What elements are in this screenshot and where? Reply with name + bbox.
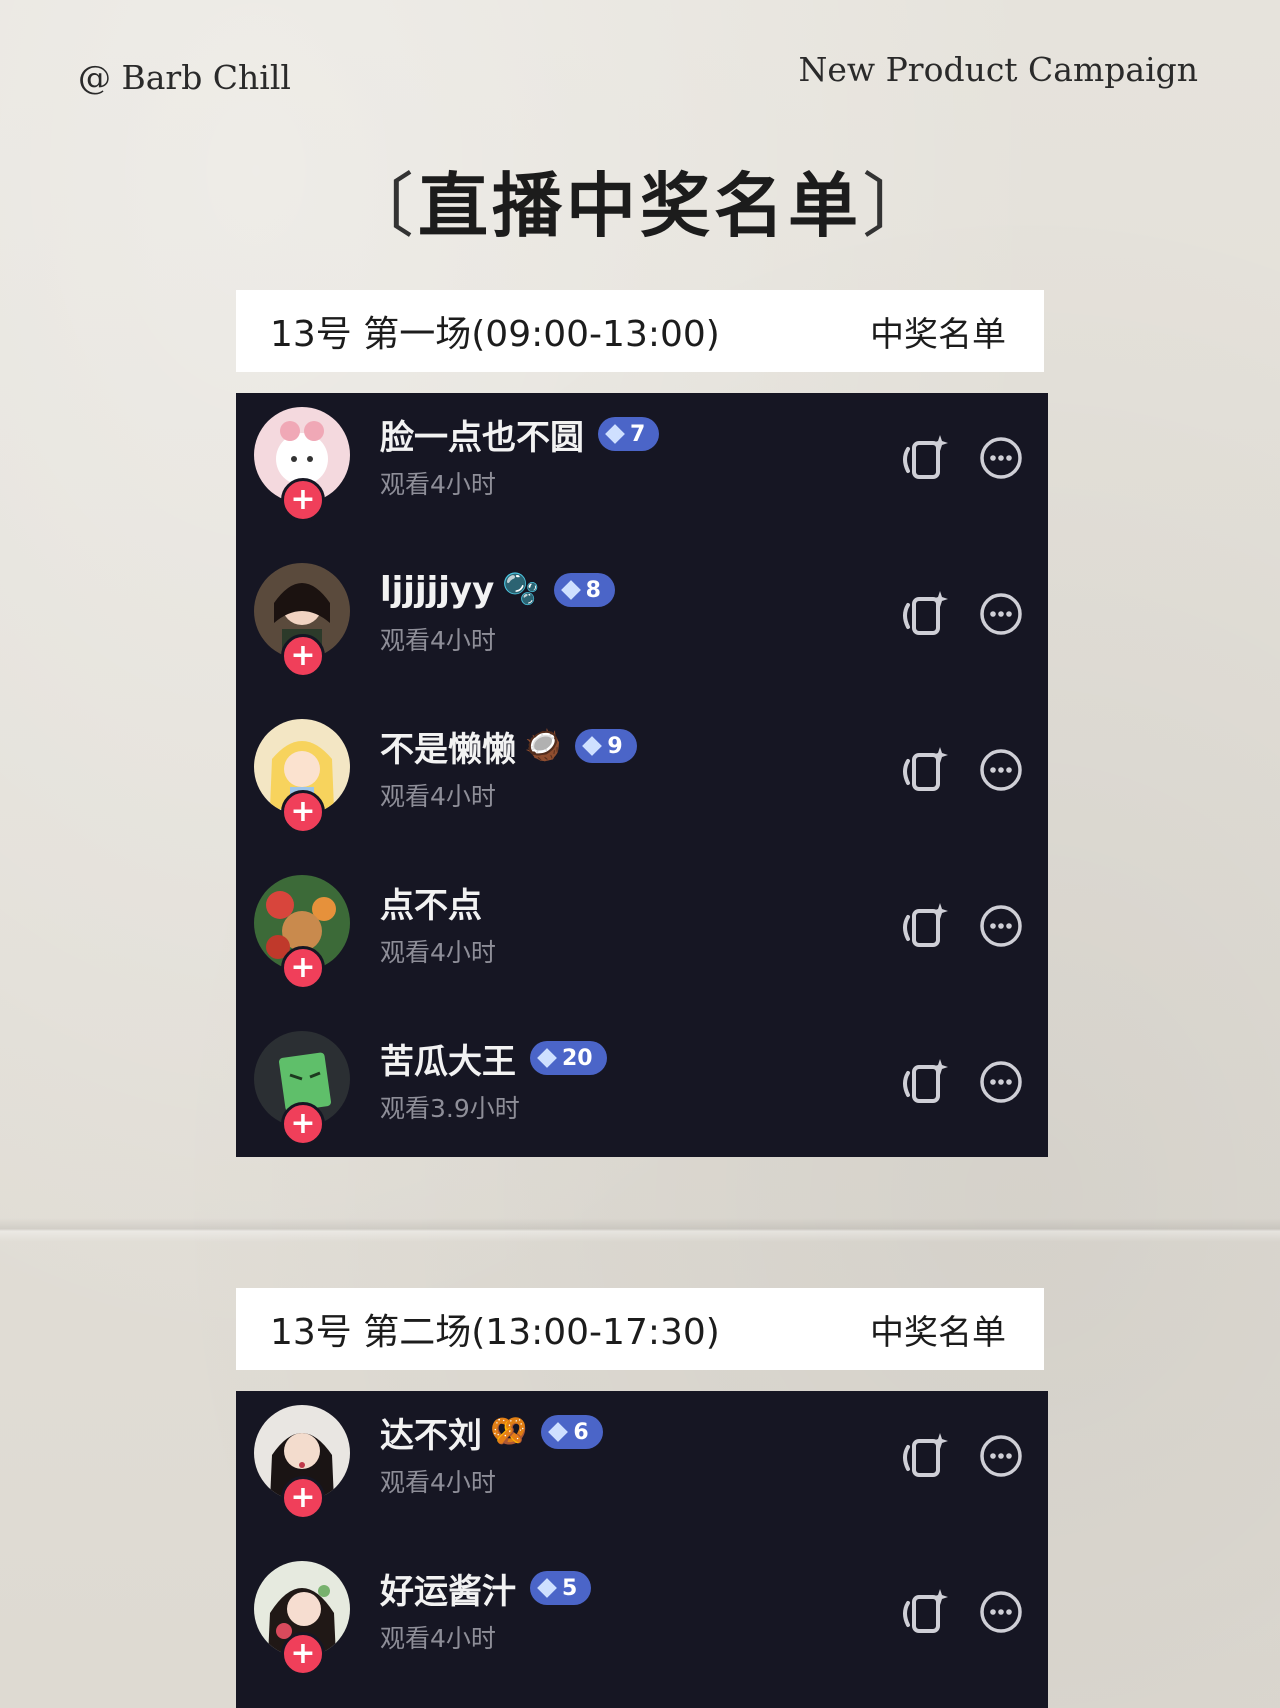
share-sparkle-icon[interactable]: [894, 899, 950, 955]
diamond-icon: [537, 1048, 557, 1068]
title-bracket-right: 〕: [862, 165, 936, 247]
winner-list-panel-1: + 脸一点也不圆 7 观看4小时 + ljjjjjyy 🫧 8 观看4小时 + …: [236, 393, 1048, 1157]
level-number: 8: [585, 577, 601, 603]
plus-icon: +: [290, 1106, 316, 1141]
winner-list-panel-2: + 达不刘 🥨 6 观看4小时 + 好运酱汁 5 观看4小时: [236, 1391, 1048, 1708]
diamond-icon: [605, 424, 625, 444]
level-badge: 7: [598, 417, 660, 451]
user-name: 脸一点也不圆: [380, 417, 584, 458]
campaign-label: New Product Campaign: [798, 50, 1198, 89]
watch-time: 观看4小时: [380, 938, 496, 967]
user-name: 不是懒懒: [380, 729, 516, 770]
message-bubble-icon[interactable]: [978, 435, 1024, 481]
name-emoji: 🥥: [524, 728, 562, 763]
diamond-icon: [582, 736, 603, 756]
message-bubble-icon[interactable]: [978, 747, 1024, 793]
follow-button[interactable]: +: [281, 790, 325, 834]
user-name: ljjjjjyy: [380, 570, 495, 610]
winner-row: + ljjjjjyy 🫧 8 观看4小时: [236, 549, 1048, 705]
user-name: 苦瓜大王: [380, 1041, 516, 1082]
page-title: 〔直播中奖名单〕: [0, 150, 1280, 251]
share-sparkle-icon[interactable]: [894, 1585, 950, 1641]
level-number: 5: [562, 1575, 578, 1601]
winners-label: 中奖名单: [870, 1312, 1006, 1353]
plus-icon: +: [290, 950, 316, 985]
name-line: 不是懒懒 🥥 9: [380, 721, 637, 771]
message-bubble-icon[interactable]: [978, 1059, 1024, 1105]
share-sparkle-icon[interactable]: [894, 743, 950, 799]
follow-button[interactable]: +: [281, 1476, 325, 1520]
message-bubble-icon[interactable]: [978, 1433, 1024, 1479]
follow-button[interactable]: +: [281, 1102, 325, 1146]
watch-time: 观看4小时: [380, 626, 496, 655]
follow-button[interactable]: +: [281, 946, 325, 990]
diamond-icon: [560, 580, 581, 600]
level-badge: 20: [530, 1041, 607, 1075]
watch-time: 观看4小时: [380, 1468, 496, 1497]
message-bubble-icon[interactable]: [978, 591, 1024, 637]
plus-icon: +: [290, 638, 316, 673]
session-header-2: 13号 第二场(13:00-17:30) 中奖名单: [236, 1288, 1044, 1370]
winner-row: + 不是懒懒 🥥 9 观看4小时: [236, 705, 1048, 861]
follow-button[interactable]: +: [281, 478, 325, 522]
watch-time: 观看4小时: [380, 470, 496, 499]
winner-row: + 苦瓜大王 20 观看3.9小时: [236, 1017, 1048, 1157]
message-bubble-icon[interactable]: [978, 903, 1024, 949]
session-label: 13号 第二场(13:00-17:30): [270, 1312, 720, 1353]
message-bubble-icon[interactable]: [978, 1589, 1024, 1635]
share-sparkle-icon[interactable]: [894, 1055, 950, 1111]
share-sparkle-icon[interactable]: [894, 431, 950, 487]
name-emoji: 🥨: [490, 1414, 528, 1449]
session-label: 13号 第一场(09:00-13:00): [270, 314, 720, 355]
winner-row: + 达不刘 🥨 6 观看4小时: [236, 1391, 1048, 1547]
name-line: 点不点: [380, 877, 482, 927]
winner-row: + 点不点 观看4小时: [236, 861, 1048, 1017]
plus-icon: +: [290, 794, 316, 829]
plus-icon: +: [290, 482, 316, 517]
level-number: 20: [562, 1045, 593, 1071]
level-badge: 8: [553, 573, 615, 607]
follow-button[interactable]: +: [281, 1632, 325, 1676]
name-emoji: 🫧: [502, 572, 540, 607]
level-badge: 9: [575, 729, 637, 763]
follow-button[interactable]: +: [281, 634, 325, 678]
watch-time: 观看4小时: [380, 782, 496, 811]
diamond-icon: [548, 1422, 569, 1442]
plus-icon: +: [290, 1636, 316, 1671]
name-line: 达不刘 🥨 6: [380, 1407, 603, 1457]
watch-time: 观看3.9小时: [380, 1094, 520, 1123]
share-sparkle-icon[interactable]: [894, 587, 950, 643]
user-name: 好运酱汁: [380, 1571, 516, 1612]
share-sparkle-icon[interactable]: [894, 1429, 950, 1485]
name-line: ljjjjjyy 🫧 8: [380, 565, 615, 615]
session-header-1: 13号 第一场(09:00-13:00) 中奖名单: [236, 290, 1044, 372]
plus-icon: +: [290, 1480, 316, 1515]
title-bracket-left: 〔: [344, 165, 418, 247]
level-number: 9: [607, 733, 623, 759]
winners-label: 中奖名单: [870, 314, 1006, 355]
level-number: 6: [573, 1419, 589, 1445]
user-name: 点不点: [380, 885, 482, 926]
winner-row: + 脸一点也不圆 7 观看4小时: [236, 393, 1048, 549]
user-name: 达不刘: [380, 1415, 482, 1456]
level-badge: 6: [541, 1415, 603, 1449]
title-text: 直播中奖名单: [418, 165, 862, 247]
level-badge: 5: [530, 1571, 592, 1605]
winner-row: + 好运酱汁 5 观看4小时: [236, 1547, 1048, 1703]
name-line: 好运酱汁 5: [380, 1563, 592, 1613]
level-number: 7: [630, 421, 646, 447]
account-handle: @ Barb Chill: [78, 58, 291, 97]
watch-time: 观看4小时: [380, 1624, 496, 1653]
name-line: 苦瓜大王 20: [380, 1033, 607, 1083]
name-line: 脸一点也不圆 7: [380, 409, 660, 459]
diamond-icon: [537, 1578, 557, 1598]
paper-fold: [0, 1218, 1280, 1242]
